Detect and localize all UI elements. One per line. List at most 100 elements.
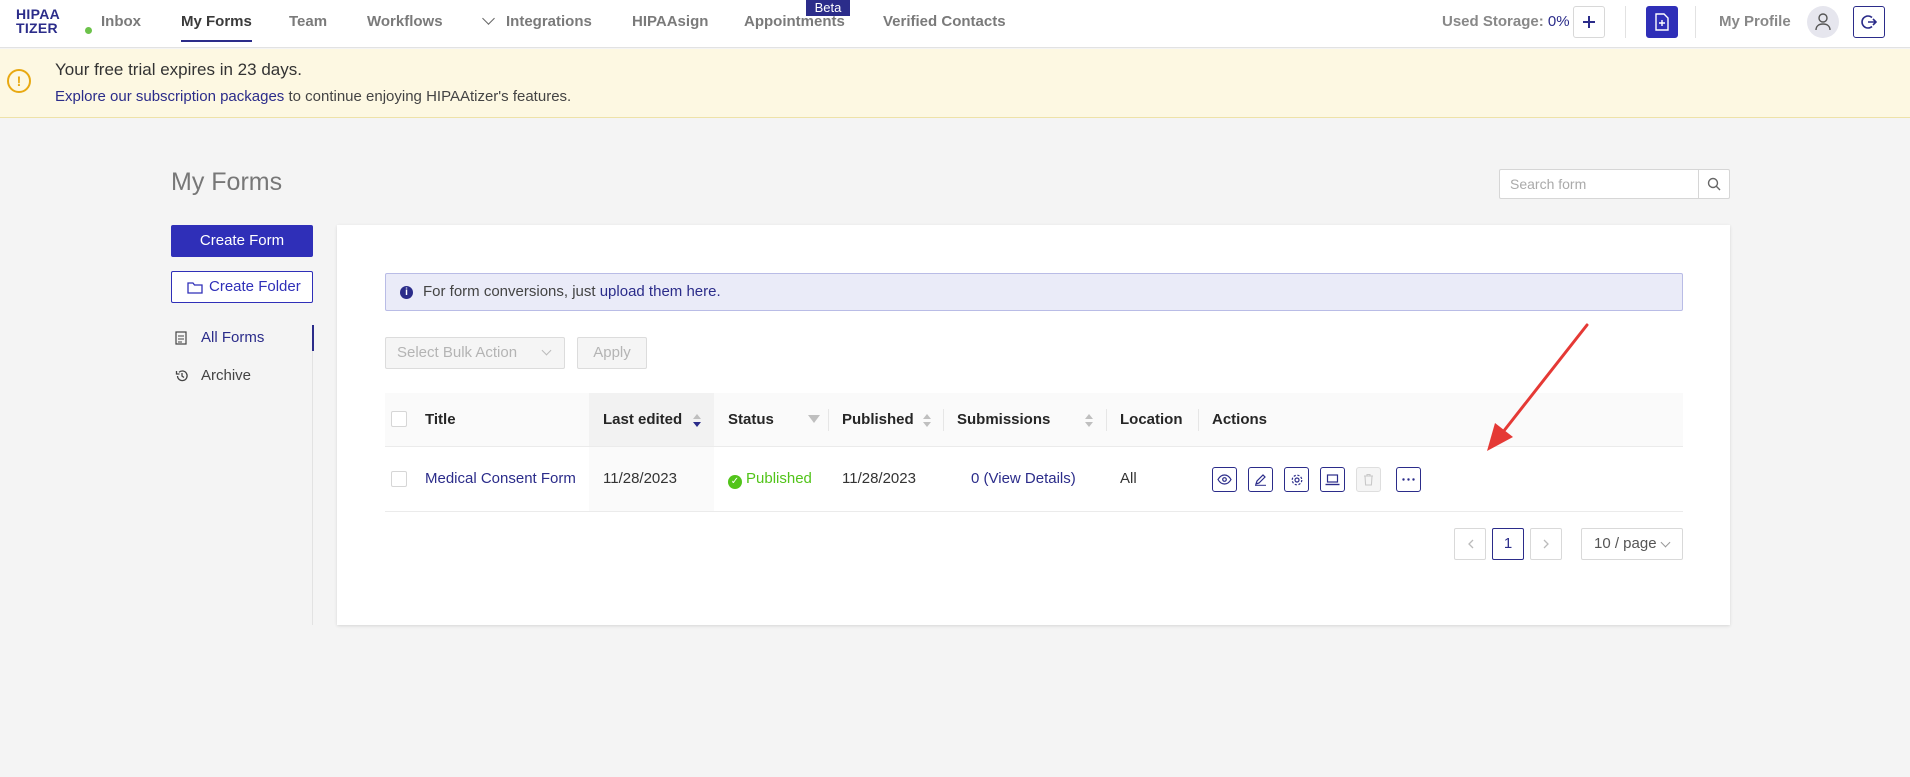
column-published[interactable]: Published <box>842 393 914 447</box>
form-title-link[interactable]: Medical Consent Form <box>425 447 576 511</box>
status-label: Published <box>746 470 812 487</box>
sidebar-item-label: All Forms <box>201 329 265 346</box>
view-submissions-link[interactable]: 0 (View Details) <box>971 447 1076 511</box>
nav-my-forms[interactable]: My Forms <box>181 0 252 44</box>
trial-subtext: Explore our subscription packages to con… <box>55 88 571 105</box>
prev-page-button[interactable] <box>1454 528 1486 560</box>
search-input[interactable]: Search form <box>1499 169 1699 199</box>
subscription-packages-link[interactable]: Explore our subscription packages <box>55 88 284 105</box>
nav-team[interactable]: Team <box>289 0 327 44</box>
preview-button[interactable] <box>1212 467 1237 492</box>
eye-icon <box>1217 474 1232 485</box>
bulk-action-placeholder: Select Bulk Action <box>397 344 518 361</box>
page-size-select[interactable]: 10 / page <box>1581 528 1683 560</box>
avatar[interactable] <box>1807 6 1839 38</box>
status-badge: ✓ Published <box>728 447 812 511</box>
sort-icon[interactable] <box>693 414 701 428</box>
select-all-checkbox[interactable] <box>391 411 407 427</box>
divider <box>1625 6 1626 38</box>
more-actions-button[interactable] <box>1396 467 1421 492</box>
logout-icon <box>1861 15 1877 29</box>
bulk-action-select[interactable]: Select Bulk Action <box>385 337 565 369</box>
column-divider <box>943 409 944 431</box>
column-title[interactable]: Title <box>425 393 456 447</box>
apply-button[interactable]: Apply <box>577 337 647 369</box>
used-storage: Used Storage: 0% <box>1442 0 1570 43</box>
new-document-button[interactable] <box>1646 6 1678 38</box>
column-status[interactable]: Status <box>728 393 774 447</box>
gear-icon <box>1291 474 1302 485</box>
embed-button[interactable] <box>1320 467 1345 492</box>
plus-icon <box>1583 16 1595 28</box>
top-navbar: HIPAA TIZER Inbox My Forms Team Workflow… <box>0 0 1910 48</box>
delete-button[interactable] <box>1356 467 1381 492</box>
beta-badge: Beta <box>806 0 850 16</box>
laptop-icon <box>1325 473 1340 485</box>
logo-text-bottom: TIZER <box>16 20 58 36</box>
document-plus-icon <box>1655 13 1669 31</box>
next-page-button[interactable] <box>1530 528 1562 560</box>
create-form-button[interactable]: Create Form <box>171 225 313 257</box>
edit-button[interactable] <box>1248 467 1273 492</box>
chevron-right-icon <box>1543 539 1549 549</box>
divider <box>1695 6 1696 38</box>
settings-button[interactable] <box>1284 467 1309 492</box>
sidebar-item-archive[interactable]: Archive <box>171 363 313 389</box>
chevron-down-icon[interactable] <box>482 12 495 25</box>
chevron-down-icon <box>1660 537 1671 548</box>
trash-icon <box>1364 473 1373 486</box>
column-actions: Actions <box>1212 411 1268 428</box>
published-value: 11/28/2023 <box>842 470 916 487</box>
forms-card: i For form conversions, just upload them… <box>337 225 1730 625</box>
filter-icon[interactable] <box>808 415 820 423</box>
search-button[interactable] <box>1698 169 1730 199</box>
sidebar-item-all-forms[interactable]: All Forms <box>171 325 314 351</box>
folder-icon <box>187 282 203 294</box>
info-icon: i <box>400 286 413 299</box>
trial-message: Your free trial expires in 23 days. <box>55 60 302 79</box>
page-size-value: 10 / page <box>1594 535 1657 552</box>
sort-icon[interactable] <box>1085 414 1093 428</box>
create-folder-label: Create Folder <box>209 278 301 295</box>
column-divider <box>1198 409 1199 431</box>
table-row: Medical Consent Form 11/28/2023 ✓ Publish… <box>385 447 1683 512</box>
page-title: My Forms <box>171 168 283 196</box>
nav-hipaasign[interactable]: HIPAAsign <box>632 0 708 44</box>
warning-icon: ! <box>7 69 31 93</box>
pencil-icon <box>1255 474 1266 486</box>
column-submissions[interactable]: Submissions <box>957 393 1050 447</box>
search-icon <box>1707 177 1721 191</box>
sort-icon[interactable] <box>923 414 931 428</box>
my-profile-link[interactable]: My Profile <box>1719 0 1791 43</box>
upload-link[interactable]: upload them here. <box>600 283 721 300</box>
trial-subtext-rest: to continue enjoying HIPAAtizer's featur… <box>284 88 572 105</box>
info-alert: i For form conversions, just upload them… <box>385 273 1683 311</box>
nav-integrations[interactable]: Integrations <box>506 0 592 44</box>
nav-workflows[interactable]: Workflows <box>367 0 443 44</box>
column-last-edited[interactable]: Last edited <box>603 393 682 447</box>
sidebar-item-label: Archive <box>201 367 252 384</box>
location-value: All <box>1120 470 1137 487</box>
column-divider <box>1106 409 1107 431</box>
column-location: Location <box>1120 411 1183 428</box>
row-checkbox[interactable] <box>391 471 407 487</box>
add-storage-button[interactable] <box>1573 6 1605 38</box>
logout-button[interactable] <box>1853 6 1885 38</box>
chevron-left-icon <box>1467 539 1473 549</box>
storage-value: 0% <box>1547 13 1570 30</box>
logo-text-top: HIPAA <box>16 6 61 22</box>
ellipsis-icon <box>1402 478 1415 481</box>
table-header: Title Last edited Status Published Submi… <box>385 393 1683 447</box>
column-divider <box>828 409 829 431</box>
hipaatizer-logo[interactable]: HIPAA TIZER <box>16 6 94 39</box>
user-icon <box>1815 13 1831 31</box>
check-circle-icon: ✓ <box>728 475 742 489</box>
page-1-button[interactable]: 1 <box>1492 528 1524 560</box>
nav-inbox[interactable]: Inbox <box>101 0 141 44</box>
last-edited-value: 11/28/2023 <box>603 470 677 487</box>
trial-banner: ! Your free trial expires in 23 days. Ex… <box>0 49 1910 118</box>
create-folder-button[interactable]: Create Folder <box>171 271 313 303</box>
history-icon <box>175 370 188 382</box>
nav-verified-contacts[interactable]: Verified Contacts <box>883 0 1006 44</box>
form-list-icon <box>175 331 187 345</box>
